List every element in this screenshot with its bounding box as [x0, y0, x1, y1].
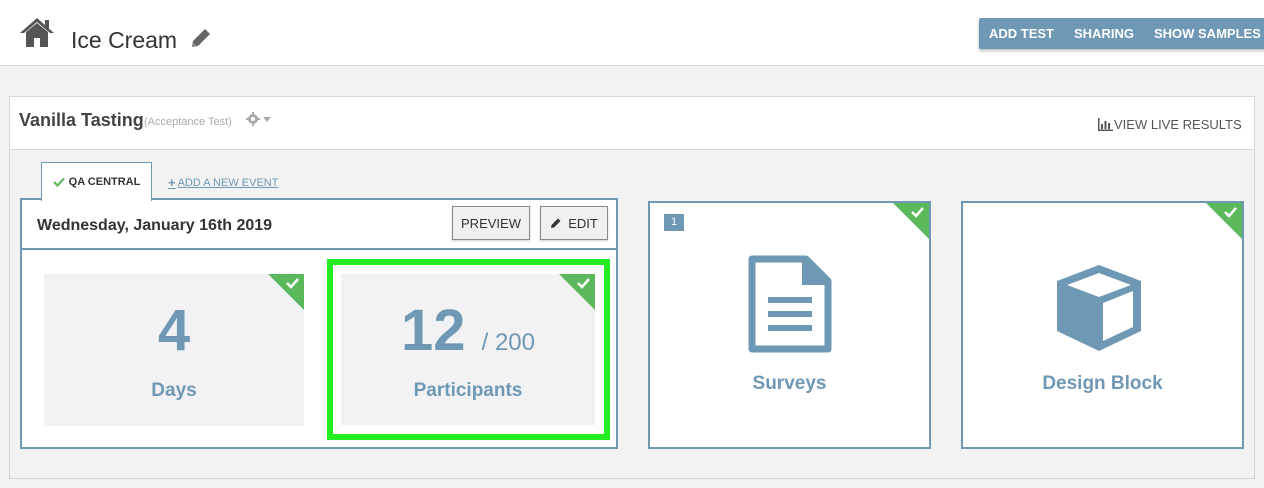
- edit-button[interactable]: EDIT: [540, 206, 608, 240]
- test-type: (Acceptance Test): [144, 116, 232, 128]
- check-corner-icon: [893, 203, 929, 239]
- check-icon: [52, 177, 65, 187]
- participants-highlight-frame: [327, 259, 610, 440]
- design-block-card[interactable]: Design Block: [961, 201, 1244, 449]
- top-bar: Ice Cream ADD TEST SHARING SHOW SAMPLES: [0, 0, 1264, 66]
- surveys-count-badge: 1: [664, 214, 684, 231]
- preview-button[interactable]: PREVIEW: [452, 206, 530, 240]
- days-label: Days: [151, 380, 197, 401]
- test-panel-header: Vanilla Tasting (Acceptance Test) VIEW L…: [10, 97, 1254, 150]
- view-live-results-link[interactable]: VIEW LIVE RESULTS: [1098, 117, 1242, 132]
- days-value: 4: [157, 298, 191, 363]
- event-date: Wednesday, January 16th 2019: [37, 217, 273, 234]
- days-stat[interactable]: 4 Days: [44, 274, 304, 426]
- tab-qa-central-label: QA CENTRAL: [68, 176, 141, 188]
- surveys-card[interactable]: 1 Surveys: [648, 201, 931, 449]
- check-corner-icon: [1206, 203, 1242, 239]
- surveys-label: Surveys: [752, 373, 827, 394]
- sharing-button[interactable]: SHARING: [1064, 18, 1144, 49]
- home-icon[interactable]: [19, 16, 55, 48]
- view-live-results-label: VIEW LIVE RESULTS: [1114, 117, 1242, 132]
- pencil-icon[interactable]: [189, 26, 213, 50]
- test-name: Vanilla Tasting: [19, 110, 144, 130]
- event-box: Wednesday, January 16th 2019 PREVIEW EDI…: [20, 198, 618, 449]
- bar-chart-icon: [1098, 118, 1113, 131]
- event-header: Wednesday, January 16th 2019 PREVIEW EDI…: [22, 200, 616, 250]
- add-new-event-label: ADD A NEW EVENT: [177, 176, 279, 189]
- document-icon: [748, 255, 832, 353]
- page-title: Ice Cream: [71, 27, 178, 53]
- toolbar-button-group: ADD TEST SHARING SHOW SAMPLES: [979, 18, 1264, 49]
- plus-icon: +: [168, 175, 176, 190]
- cube-icon: [1057, 265, 1141, 351]
- gear-icon[interactable]: [246, 112, 272, 126]
- preview-button-label: PREVIEW: [461, 215, 521, 231]
- test-panel: Vanilla Tasting (Acceptance Test) VIEW L…: [9, 96, 1255, 479]
- add-new-event-link[interactable]: + ADD A NEW EVENT: [168, 175, 278, 190]
- add-test-button[interactable]: ADD TEST: [979, 18, 1064, 49]
- tab-qa-central[interactable]: QA CENTRAL: [41, 162, 152, 201]
- design-block-label: Design Block: [1042, 373, 1163, 394]
- check-corner-icon: [268, 274, 304, 310]
- pencil-icon: [551, 218, 561, 228]
- show-samples-button[interactable]: SHOW SAMPLES: [1144, 18, 1264, 49]
- edit-button-label: EDIT: [568, 215, 598, 231]
